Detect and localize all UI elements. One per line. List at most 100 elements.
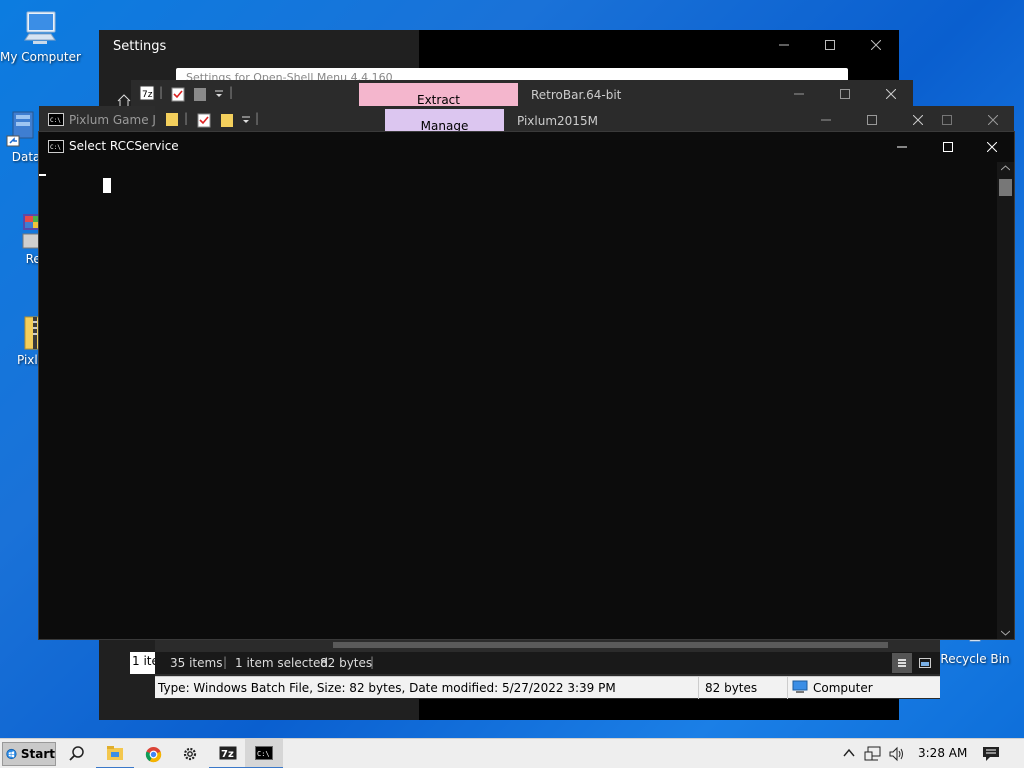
details-view-button[interactable] <box>892 653 912 673</box>
qat-divider: | <box>159 85 164 99</box>
close-button[interactable] <box>895 106 941 134</box>
qat-divider: | <box>184 111 189 125</box>
close-icon <box>913 115 923 125</box>
details-location: Computer <box>813 681 873 695</box>
minimize-button[interactable] <box>879 132 925 162</box>
network-icon[interactable] <box>864 746 882 762</box>
minimize-icon <box>897 146 907 148</box>
desktop-icon-label: Recycle Bin <box>940 652 1010 666</box>
chevron-up-icon[interactable] <box>843 748 855 758</box>
gear-icon <box>183 747 197 761</box>
file-explorer-icon <box>107 746 123 760</box>
console-icon: C:\ <box>255 746 273 760</box>
new-folder-icon[interactable] <box>220 112 234 128</box>
qat-divider: | <box>229 85 234 99</box>
disk-icon[interactable] <box>193 86 207 102</box>
status-fragment-text: 1 ite <box>132 654 155 668</box>
svg-text:C:\: C:\ <box>50 117 61 124</box>
clock[interactable]: 3:28 AM <box>918 746 967 760</box>
window-title: Pixlum Game Joi <box>69 113 167 127</box>
taskbar: Start 7z C:\ 3:28 AM <box>0 738 1024 768</box>
minimize-icon <box>794 93 804 95</box>
console-icon: C:\ <box>48 140 64 153</box>
horizontal-scrollbar[interactable] <box>315 640 925 650</box>
details-divider <box>787 677 788 699</box>
scroll-down-icon[interactable] <box>1001 630 1010 636</box>
maximize-icon <box>942 115 952 125</box>
status-fragment: 1 ite <box>130 652 155 674</box>
window-title: Select RCCService <box>69 139 179 153</box>
minimize-button[interactable] <box>761 30 807 60</box>
chrome-icon <box>145 746 161 762</box>
details-view-icon <box>898 659 906 667</box>
maximize-button[interactable] <box>822 80 868 108</box>
status-divider: | <box>223 655 228 669</box>
tab-extract-label: Extract <box>417 92 460 107</box>
status-selected: 1 item selected <box>235 656 329 670</box>
start-label: Start <box>20 747 55 761</box>
svg-text:C:\: C:\ <box>257 750 270 758</box>
selection-marker <box>39 174 46 176</box>
customize-qat-icon[interactable] <box>214 89 224 99</box>
svg-text:C:\: C:\ <box>50 144 61 151</box>
maximize-icon <box>840 89 850 99</box>
computer-icon <box>792 680 808 693</box>
customize-qat-icon[interactable] <box>241 115 251 125</box>
close-icon <box>871 40 881 50</box>
7zip-icon: 7z <box>139 85 155 101</box>
qat-divider: | <box>255 111 260 125</box>
properties-icon[interactable] <box>171 86 185 102</box>
properties-icon[interactable] <box>197 112 211 128</box>
console-icon: C:\ <box>48 113 64 126</box>
search-button[interactable] <box>58 739 96 768</box>
maximize-button[interactable] <box>807 30 853 60</box>
minimize-icon <box>779 44 789 46</box>
scroll-up-icon[interactable] <box>1001 165 1010 171</box>
close-button[interactable] <box>970 106 1016 134</box>
svg-text:7z: 7z <box>142 90 153 100</box>
close-icon <box>886 89 896 99</box>
window-title: Settings <box>113 39 167 54</box>
desktop-icon-my-computer[interactable]: My Computer <box>0 10 81 64</box>
status-item-count: 35 items <box>170 656 223 670</box>
search-icon <box>69 746 84 761</box>
minimize-icon <box>821 119 831 121</box>
close-icon <box>988 115 998 125</box>
computer-icon <box>24 11 56 44</box>
large-icons-view-button[interactable] <box>915 653 935 673</box>
console-text-area[interactable] <box>39 162 997 639</box>
maximize-button[interactable] <box>925 132 971 162</box>
start-button[interactable]: Start <box>2 742 56 766</box>
tab-extract[interactable]: Extract <box>359 83 518 107</box>
window-title: Pixlum2015M <box>517 114 598 128</box>
status-divider: | <box>370 655 375 669</box>
minimize-button[interactable] <box>803 106 849 134</box>
close-button[interactable] <box>868 80 914 108</box>
close-button[interactable] <box>969 132 1015 162</box>
7zip-taskbar-button[interactable]: 7z <box>209 739 247 768</box>
chrome-taskbar-button[interactable] <box>134 739 172 768</box>
minimize-button[interactable] <box>776 80 822 108</box>
console-window[interactable]: C:\ Select RCCService <box>38 131 1015 640</box>
large-icons-view-icon <box>919 658 931 668</box>
text-cursor <box>103 178 111 193</box>
svg-text:7z: 7z <box>221 749 234 760</box>
volume-icon[interactable] <box>888 746 906 762</box>
database-icon <box>6 111 34 147</box>
maximize-icon <box>825 40 835 50</box>
tab-manage[interactable]: Manage <box>385 109 504 133</box>
folder-icon <box>166 113 178 126</box>
window-title: RetroBar.64-bit <box>531 88 622 102</box>
close-button[interactable] <box>853 30 899 60</box>
console-taskbar-button[interactable]: C:\ <box>245 739 283 768</box>
vertical-scrollbar-thumb[interactable] <box>999 179 1012 196</box>
vertical-scrollbar[interactable] <box>997 162 1014 639</box>
details-size: 82 bytes <box>705 681 758 695</box>
settings-taskbar-button[interactable] <box>171 739 209 768</box>
file-details-bar: Type: Windows Batch File, Size: 82 bytes… <box>155 676 940 699</box>
maximize-button[interactable] <box>849 106 895 134</box>
notifications-icon[interactable] <box>982 746 1000 762</box>
file-explorer-taskbar-button[interactable] <box>96 739 134 768</box>
maximize-icon <box>943 142 953 152</box>
horizontal-scrollbar-thumb[interactable] <box>333 642 888 648</box>
